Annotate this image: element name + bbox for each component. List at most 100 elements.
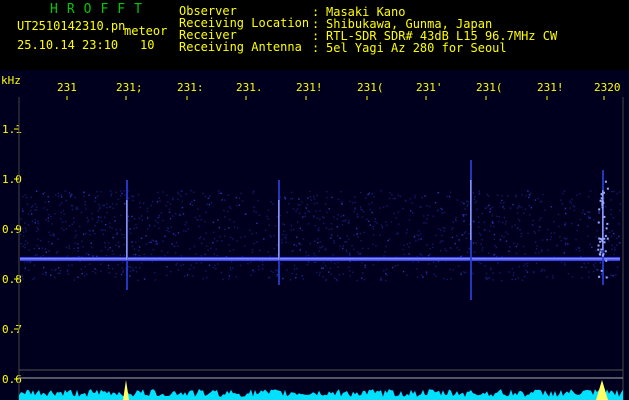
- noise-speck: [579, 218, 582, 221]
- noise-speck: [293, 264, 296, 266]
- noise-speck: [180, 255, 183, 257]
- noise-speck: [33, 264, 36, 267]
- noise-speck: [65, 228, 68, 230]
- noise-speck: [54, 276, 56, 279]
- noise-speck: [111, 267, 114, 270]
- noise-speck: [198, 225, 200, 228]
- noise-speck: [527, 190, 529, 192]
- noise-speck: [298, 198, 300, 200]
- noise-speck: [316, 217, 319, 219]
- noise-speck: [200, 262, 202, 264]
- noise-speck: [594, 265, 596, 268]
- noise-speck: [274, 225, 277, 227]
- noise-speck: [171, 197, 174, 200]
- noise-speck: [333, 262, 336, 265]
- noise-speck: [313, 261, 315, 263]
- noise-speck: [366, 218, 368, 220]
- noise-speck: [281, 242, 283, 244]
- header-panel: HROFFT UT2510142310.pn meteor 25.10.14 2…: [0, 0, 629, 70]
- noise-speck: [337, 214, 339, 216]
- noise-speck: [133, 227, 135, 230]
- noise-speck: [115, 203, 118, 205]
- noise-speck: [319, 210, 321, 212]
- noise-speck: [58, 267, 60, 269]
- noise-speck: [111, 227, 113, 229]
- noise-speck: [429, 248, 431, 250]
- noise-speck: [552, 275, 554, 277]
- noise-speck: [517, 243, 519, 245]
- noise-speck: [511, 268, 513, 270]
- noise-speck: [446, 278, 448, 281]
- noise-speck: [302, 216, 304, 218]
- time-label: 231!: [296, 81, 323, 94]
- noise-speck: [83, 195, 85, 198]
- noise-speck: [432, 246, 434, 248]
- noise-speck: [508, 271, 510, 273]
- noise-speck: [435, 234, 437, 237]
- noise-speck: [466, 205, 468, 207]
- noise-speck: [84, 265, 86, 268]
- noise-speck: [191, 204, 194, 206]
- noise-speck: [564, 222, 566, 224]
- noise-speck: [293, 244, 295, 246]
- noise-speck: [218, 226, 221, 229]
- noise-speck: [129, 270, 131, 272]
- noise-speck: [231, 261, 233, 263]
- noise-speck: [22, 195, 24, 198]
- noise-speck: [153, 272, 156, 274]
- noise-speck: [614, 249, 616, 251]
- noise-speck: [233, 226, 236, 228]
- noise-speck: [556, 244, 558, 246]
- noise-speck: [485, 272, 488, 275]
- noise-speck: [314, 225, 316, 227]
- noise-speck: [385, 221, 387, 223]
- meteor-speck: [599, 251, 602, 254]
- noise-speck: [498, 216, 500, 218]
- noise-speck: [77, 247, 79, 249]
- noise-speck: [608, 240, 610, 242]
- noise-speck: [30, 196, 33, 198]
- noise-speck: [131, 215, 133, 218]
- noise-speck: [336, 279, 338, 282]
- noise-speck: [353, 210, 355, 213]
- noise-speck: [109, 226, 111, 228]
- noise-speck: [65, 246, 68, 249]
- noise-speck: [114, 220, 116, 222]
- noise-speck: [152, 200, 154, 203]
- noise-speck: [390, 221, 393, 223]
- noise-speck: [402, 208, 404, 210]
- noise-speck: [380, 190, 382, 192]
- noise-speck: [456, 235, 458, 237]
- noise-speck: [148, 224, 150, 226]
- noise-speck: [433, 273, 435, 275]
- noise-speck: [45, 251, 47, 253]
- noise-speck: [200, 219, 202, 221]
- noise-speck: [466, 200, 468, 202]
- noise-speck: [289, 279, 292, 281]
- noise-speck: [537, 197, 539, 200]
- noise-speck: [589, 217, 591, 219]
- noise-speck: [336, 235, 339, 237]
- noise-speck: [478, 232, 481, 235]
- noise-speck: [432, 215, 434, 217]
- noise-speck: [73, 221, 75, 224]
- noise-speck: [486, 193, 488, 196]
- noise-speck: [579, 193, 581, 195]
- noise-speck: [172, 215, 174, 217]
- noise-speck: [138, 255, 140, 257]
- noise-speck: [166, 266, 168, 268]
- noise-speck: [489, 211, 491, 213]
- noise-speck: [285, 241, 287, 243]
- noise-speck: [416, 255, 418, 258]
- noise-speck: [208, 264, 211, 266]
- noise-speck: [608, 231, 611, 233]
- noise-speck: [283, 223, 286, 226]
- noise-speck: [391, 266, 394, 269]
- noise-speck: [323, 261, 325, 264]
- noise-speck: [210, 202, 213, 204]
- noise-speck: [51, 243, 53, 245]
- noise-speck: [22, 235, 25, 237]
- noise-speck: [185, 230, 187, 232]
- noise-speck: [121, 233, 123, 236]
- carrier-core: [20, 258, 620, 260]
